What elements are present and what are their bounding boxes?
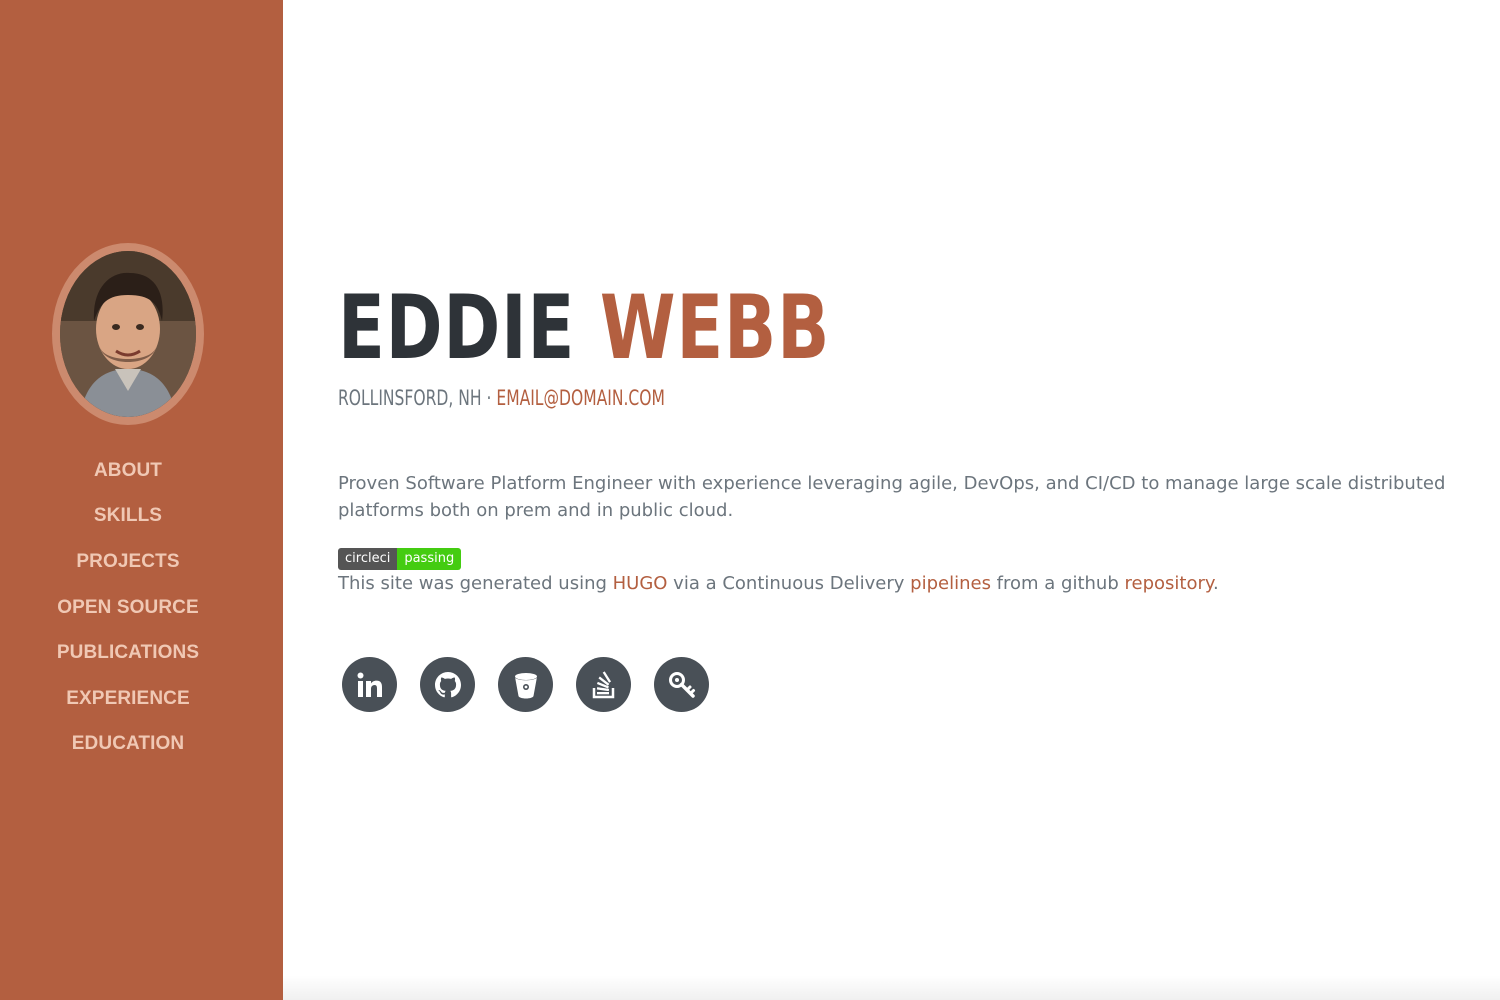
circleci-badge[interactable]: circleci passing bbox=[338, 548, 462, 570]
sidebar-item-open-source: OPEN SOURCE bbox=[0, 585, 256, 631]
pipelines-link[interactable]: pipelines bbox=[910, 573, 991, 594]
page-bottom-shadow bbox=[283, 975, 1500, 1000]
badge-status: passing bbox=[397, 548, 462, 570]
nav-link-projects[interactable]: PROJECTS bbox=[76, 551, 179, 573]
social-icons bbox=[342, 657, 709, 712]
github-link[interactable] bbox=[420, 657, 475, 712]
github-icon bbox=[432, 669, 464, 701]
repository-link[interactable]: repository bbox=[1125, 573, 1213, 594]
sidebar: ABOUT SKILLS PROJECTS OPEN SOURCE PUBLIC… bbox=[0, 0, 283, 1000]
bitbucket-icon bbox=[510, 669, 542, 701]
key-icon bbox=[666, 669, 698, 701]
last-name: WEBB bbox=[599, 276, 831, 379]
build-text-1: This site was generated using bbox=[338, 573, 613, 594]
separator: · bbox=[481, 386, 497, 410]
sidebar-item-skills: SKILLS bbox=[0, 494, 256, 540]
contact-line: ROLLINSFORD, NH · EMAIL@DOMAIN.COM bbox=[338, 385, 665, 411]
email-link[interactable]: EMAIL@DOMAIN.COM bbox=[496, 386, 665, 410]
build-text-2: via a Continuous Delivery bbox=[667, 573, 911, 594]
hugo-link[interactable]: HUGO bbox=[613, 573, 668, 594]
keybase-link[interactable] bbox=[654, 657, 709, 712]
nav-link-education[interactable]: EDUCATION bbox=[72, 733, 184, 755]
build-text-3: from a github bbox=[990, 573, 1125, 594]
about-section: EDDIE WEBB ROLLINSFORD, NH · EMAIL@DOMAI… bbox=[338, 0, 1478, 1000]
bio-text: Proven Software Platform Engineer with e… bbox=[338, 473, 1446, 521]
avatar bbox=[60, 251, 196, 417]
badge-label: circleci bbox=[338, 548, 398, 570]
nav-link-open-source[interactable]: OPEN SOURCE bbox=[57, 597, 199, 619]
linkedin-icon bbox=[354, 669, 386, 701]
sidebar-item-about: ABOUT bbox=[0, 448, 256, 494]
sidebar-nav: ABOUT SKILLS PROJECTS OPEN SOURCE PUBLIC… bbox=[0, 448, 256, 767]
sidebar-item-projects: PROJECTS bbox=[0, 539, 256, 585]
location: ROLLINSFORD, NH bbox=[338, 386, 482, 410]
nav-link-about[interactable]: ABOUT bbox=[94, 460, 162, 482]
nav-link-publications[interactable]: PUBLICATIONS bbox=[57, 642, 199, 664]
linkedin-link[interactable] bbox=[342, 657, 397, 712]
stackoverflow-link[interactable] bbox=[576, 657, 631, 712]
first-name: EDDIE bbox=[338, 276, 576, 379]
sidebar-item-education: EDUCATION bbox=[0, 722, 256, 768]
avatar-ring bbox=[52, 243, 204, 425]
sidebar-item-experience: EXPERIENCE bbox=[0, 676, 256, 722]
bitbucket-link[interactable] bbox=[498, 657, 553, 712]
page-title: EDDIE WEBB bbox=[338, 278, 830, 378]
build-text-4: . bbox=[1212, 573, 1219, 594]
sidebar-item-publications: PUBLICATIONS bbox=[0, 630, 256, 676]
nav-link-skills[interactable]: SKILLS bbox=[94, 505, 162, 527]
build-info: This site was generated using HUGO via a… bbox=[338, 571, 1219, 597]
stackoverflow-icon bbox=[588, 669, 620, 701]
nav-link-experience[interactable]: EXPERIENCE bbox=[66, 688, 189, 710]
